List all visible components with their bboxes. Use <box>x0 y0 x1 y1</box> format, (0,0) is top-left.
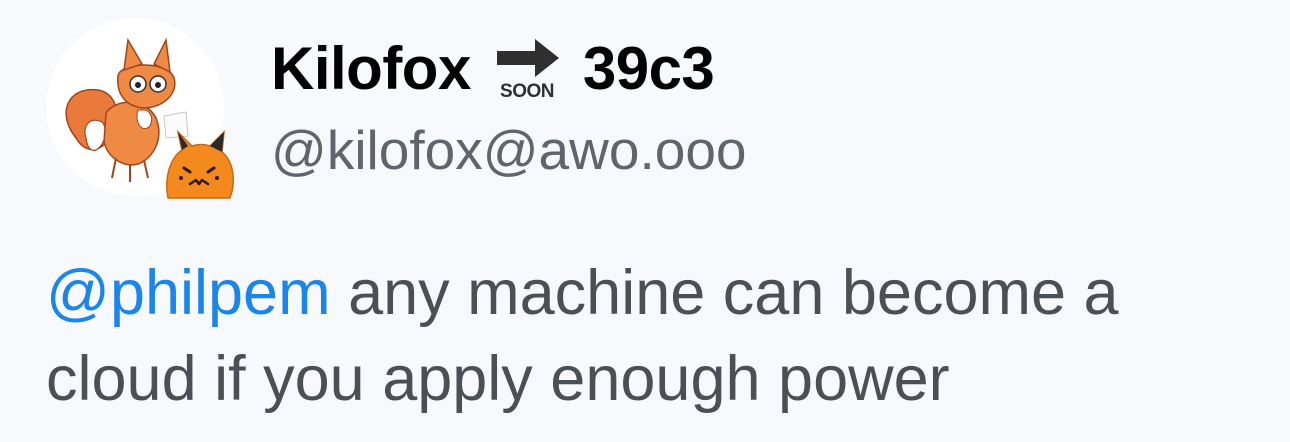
display-name-text: Kilofox <box>271 34 471 102</box>
post-content: @philpem any machine can become a cloud … <box>46 250 1246 422</box>
author-display-name[interactable]: Kilofox SOON 39c3 <box>271 28 715 108</box>
soon-label: SOON <box>500 81 554 101</box>
display-name-suffix: 39c3 <box>582 34 715 102</box>
mention-link[interactable]: @philpem <box>46 258 331 328</box>
author-handle[interactable]: @kilofox@awo.ooo <box>271 118 747 182</box>
blobfox-emoji-icon <box>160 128 238 206</box>
soon-arrow-icon: SOON <box>487 35 567 101</box>
post-card: Kilofox SOON 39c3 @kilofox@awo.ooo @phil… <box>0 0 1290 442</box>
